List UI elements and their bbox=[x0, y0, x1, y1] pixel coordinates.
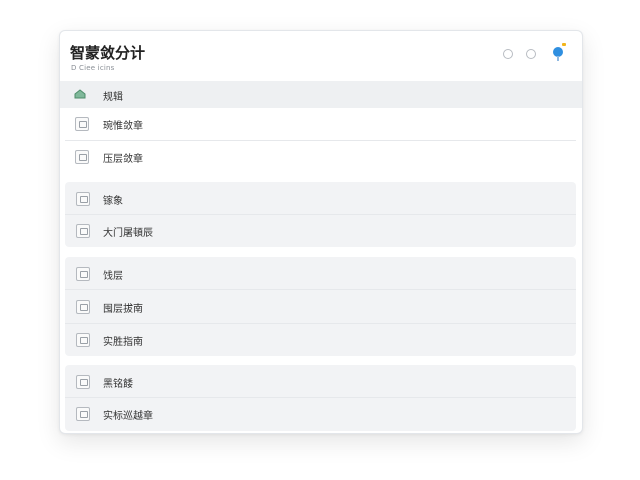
list-item-label: 实胜指南 bbox=[103, 337, 143, 348]
guide-icon bbox=[76, 333, 90, 347]
divider bbox=[65, 140, 576, 141]
home-icon bbox=[74, 89, 86, 99]
image-icon bbox=[75, 117, 89, 131]
list-item-label: 饯层 bbox=[103, 271, 123, 282]
divider bbox=[65, 289, 576, 290]
photo-icon bbox=[76, 192, 90, 206]
list-item-label: 黑铭餧 bbox=[103, 379, 133, 390]
list-item[interactable]: 实胜指南 bbox=[65, 325, 576, 355]
list-item[interactable]: 饯层 bbox=[65, 259, 576, 289]
list-item[interactable]: 囤层拔南 bbox=[65, 292, 576, 322]
minimize-button[interactable] bbox=[503, 49, 513, 59]
list-item-label: 压层敛章 bbox=[103, 154, 143, 165]
divider bbox=[65, 323, 576, 324]
edit-icon bbox=[76, 375, 90, 389]
list-item-label: 大门屠頓辰 bbox=[103, 228, 153, 239]
list-item-label: 囤层拔南 bbox=[103, 304, 143, 315]
window-header: 智蒙敛分计 D Ciee icins bbox=[60, 31, 582, 81]
list-item-label: 琬惟敛章 bbox=[103, 121, 143, 132]
app-subtitle: D Ciee icins bbox=[71, 64, 115, 72]
divider bbox=[65, 214, 576, 215]
list-item[interactable]: 大门屠頓辰 bbox=[65, 216, 576, 246]
list-item[interactable]: 琬惟敛章 bbox=[60, 109, 582, 139]
section-group: 黑铭餧 实标巡越章 bbox=[65, 365, 576, 431]
list-item[interactable]: 镓象 bbox=[65, 184, 576, 214]
layers-icon bbox=[76, 267, 90, 281]
document-icon bbox=[76, 224, 90, 238]
list-item[interactable]: 压层敛章 bbox=[60, 142, 582, 172]
app-title: 智蒙敛分计 bbox=[70, 44, 146, 62]
nav-item-label: 规辑 bbox=[103, 92, 123, 103]
section-group: 镓象 大门屠頓辰 bbox=[65, 182, 576, 247]
list-item-label: 实标巡越章 bbox=[103, 411, 153, 422]
picture-icon bbox=[75, 150, 89, 164]
user-avatar[interactable] bbox=[551, 43, 566, 61]
list-item-label: 镓象 bbox=[103, 196, 123, 207]
target-icon bbox=[76, 407, 90, 421]
section-group: 饯层 囤层拔南 实胜指南 bbox=[65, 257, 576, 356]
list-item[interactable]: 实标巡越章 bbox=[65, 399, 576, 429]
app-window: 智蒙敛分计 D Ciee icins 规辑 琬惟敛章 压层敛章 镓象 大门屠頓辰… bbox=[59, 30, 583, 434]
list-item[interactable]: 黑铭餧 bbox=[65, 367, 576, 397]
notification-badge bbox=[562, 43, 566, 46]
maximize-button[interactable] bbox=[526, 49, 536, 59]
divider bbox=[65, 397, 576, 398]
grid-icon bbox=[76, 300, 90, 314]
nav-item-active[interactable]: 规辑 bbox=[60, 81, 582, 108]
